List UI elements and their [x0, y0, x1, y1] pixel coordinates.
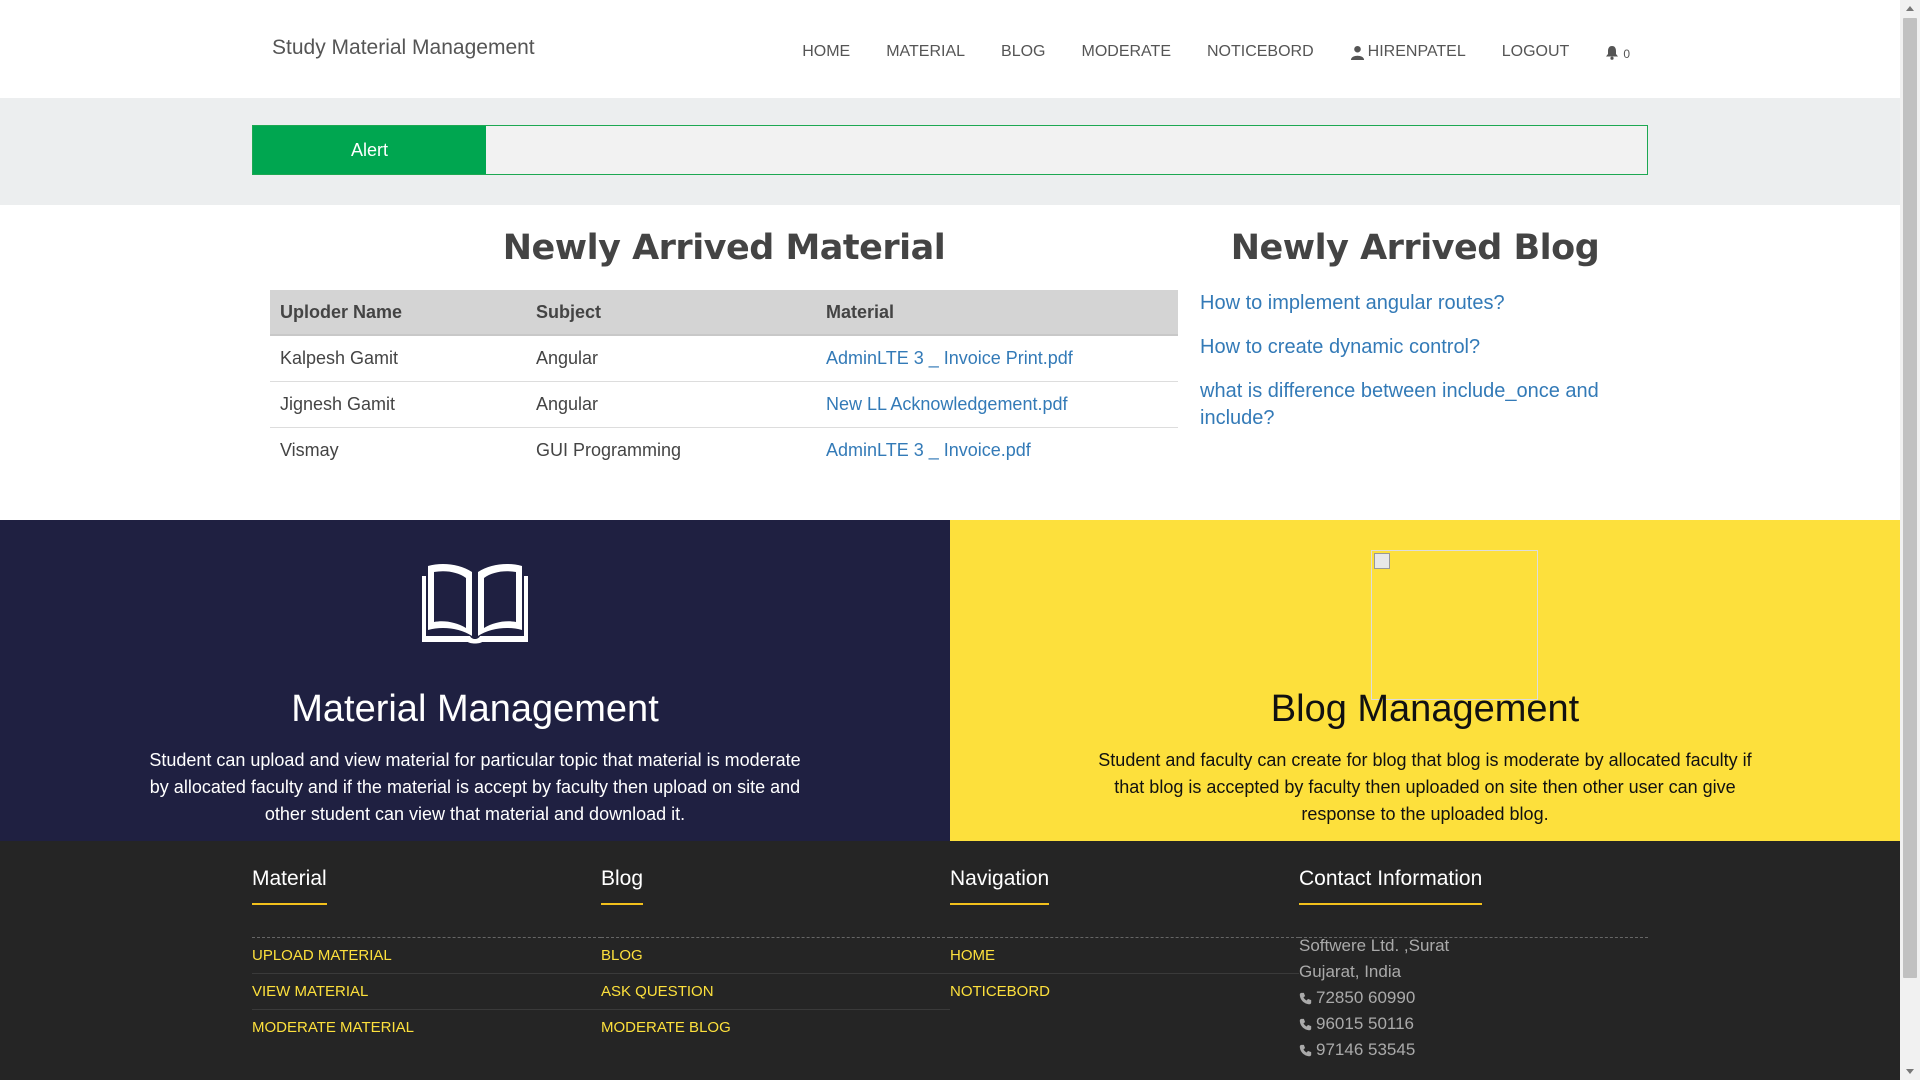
footer-link-upload-material[interactable]: UPLOAD MATERIAL [252, 938, 601, 974]
footer-link-view-material[interactable]: VIEW MATERIAL [252, 974, 601, 1010]
nav-material[interactable]: MATERIAL [886, 43, 965, 61]
notification-count: 0 [1623, 47, 1630, 61]
uploader-cell: Kalpesh Gamit [270, 335, 526, 382]
material-management-text: Student can upload and view material for… [149, 750, 801, 824]
vertical-scrollbar[interactable] [1900, 0, 1920, 1080]
nav-moderate[interactable]: MODERATE [1082, 43, 1171, 61]
column-header-material: Material [816, 290, 1178, 336]
top-navbar: Study Material Management HOME MATERIAL … [0, 0, 1900, 98]
footer-material-title: Material [252, 867, 327, 905]
material-cell: New LL Acknowledgement.pdf [816, 381, 1178, 428]
contact-phone: 72850 60990 [1299, 985, 1648, 1011]
footer-link-blog[interactable]: BLOG [601, 938, 950, 974]
subject-cell: Angular [526, 335, 816, 382]
table-row: Jignesh Gamit Angular New LL Acknowledge… [270, 381, 1178, 428]
footer-blog-column: Blog BLOG ASK QUESTION MODERATE BLOG [601, 867, 950, 1046]
footer-link-ask-question[interactable]: ASK QUESTION [601, 974, 950, 1010]
scrollbar-thumb[interactable] [1903, 18, 1917, 978]
nav-user-label: HIRENPATEL [1367, 43, 1466, 60]
nav-notifications[interactable]: 0 [1605, 43, 1630, 61]
uploader-cell: Vismay [280, 439, 339, 460]
contact-address-line2: Gujarat, India [1299, 962, 1402, 981]
blog-management-text: Student and faculty can create for blog … [1098, 750, 1752, 824]
footer-contact-title: Contact Information [1299, 867, 1483, 905]
blog-post-link[interactable]: How to create dynamic control? [1200, 334, 1630, 361]
alert-label: Alert [253, 126, 486, 174]
column-header-uploader: Uploder Name [270, 290, 526, 336]
open-book-icon [422, 564, 528, 644]
footer-navigation-title: Navigation [950, 867, 1050, 905]
bell-icon [1606, 45, 1619, 60]
contact-phone: 96015 50116 [1299, 1011, 1648, 1037]
footer-blog-title: Blog [601, 867, 644, 905]
alert-message [486, 126, 1647, 174]
material-table: Uploder Name Subject Material Kalpesh Ga… [270, 290, 1178, 473]
material-section-title: Newly Arrived Material [502, 228, 946, 268]
nav-home[interactable]: HOME [802, 43, 850, 61]
nav-logout[interactable]: LOGOUT [1502, 43, 1570, 61]
footer-divider [1299, 937, 1648, 938]
broken-image-icon [1371, 550, 1538, 700]
column-header-subject: Subject [526, 290, 816, 336]
material-link[interactable]: New LL Acknowledgement.pdf [826, 394, 1067, 414]
scroll-up-arrow-icon[interactable] [1900, 0, 1920, 17]
main-nav: HOME MATERIAL BLOG MODERATE NOTICEBORD H… [766, 43, 1630, 61]
material-cell: AdminLTE 3 _ Invoice Print.pdf [816, 335, 1178, 382]
blog-management-panel: Blog Management Student and faculty can … [950, 520, 1900, 841]
material-link[interactable]: AdminLTE 3 _ Invoice.pdf [826, 440, 1031, 460]
phone-icon [1299, 992, 1312, 1004]
scroll-down-arrow-icon[interactable] [1900, 1063, 1920, 1080]
footer-contact-column: Contact Information Softwere Ltd. ,Surat… [1299, 867, 1648, 1063]
blog-management-heading: Blog Management [1270, 688, 1580, 730]
table-row: Kalpesh Gamit Angular AdminLTE 3 _ Invoi… [270, 335, 1178, 382]
alert-band: Alert [0, 98, 1900, 205]
subject-cell: GUI Programming [536, 439, 682, 460]
user-icon [1350, 45, 1364, 60]
nav-blog[interactable]: BLOG [1001, 43, 1045, 61]
phone-icon [1299, 1044, 1312, 1056]
footer-divider [601, 937, 950, 938]
phone-icon [1299, 1018, 1312, 1030]
contact-phone: 97146 53545 [1299, 1037, 1648, 1063]
subject-cell: Angular [526, 381, 816, 428]
footer-divider [252, 937, 601, 938]
material-cell: AdminLTE 3 _ Invoice.pdf [816, 427, 1178, 473]
page-footer: Material UPLOAD MATERIAL VIEW MATERIAL M… [0, 841, 1900, 1080]
footer-material-column: Material UPLOAD MATERIAL VIEW MATERIAL M… [252, 867, 601, 1046]
alert-box: Alert [252, 125, 1648, 175]
material-management-heading: Material Management [291, 688, 659, 730]
table-header-row: Uploder Name Subject Material [270, 290, 1178, 336]
blog-list: How to implement angular routes? How to … [1200, 290, 1630, 449]
footer-link-noticebord[interactable]: NOTICEBORD [950, 974, 1299, 1010]
blog-post-link[interactable]: what is difference between include_once … [1200, 378, 1630, 432]
uploader-cell: Jignesh Gamit [270, 381, 526, 428]
footer-navigation-column: Navigation HOME NOTICEBORD [950, 867, 1299, 1010]
phone-number: 72850 60990 [1316, 988, 1416, 1007]
table-row: Vismay GUI Programming AdminLTE 3 _ Invo… [270, 427, 1178, 473]
footer-link-home[interactable]: HOME [950, 938, 1299, 974]
nav-user[interactable]: HIRENPATEL [1350, 43, 1466, 61]
phone-number: 97146 53545 [1316, 1040, 1416, 1059]
blog-post-link[interactable]: How to implement angular routes? [1200, 290, 1630, 317]
footer-divider [950, 937, 1299, 938]
nav-noticebord[interactable]: NOTICEBORD [1207, 43, 1314, 61]
material-link[interactable]: AdminLTE 3 _ Invoice Print.pdf [826, 348, 1073, 368]
footer-link-moderate-material[interactable]: MODERATE MATERIAL [252, 1010, 601, 1046]
phone-number: 96015 50116 [1316, 1014, 1415, 1033]
brand-title[interactable]: Study Material Management [272, 36, 535, 60]
material-management-panel: Material Management Student can upload a… [0, 520, 950, 841]
footer-link-moderate-blog[interactable]: MODERATE BLOG [601, 1010, 950, 1046]
blog-section-title: Newly Arrived Blog [1230, 228, 1600, 268]
